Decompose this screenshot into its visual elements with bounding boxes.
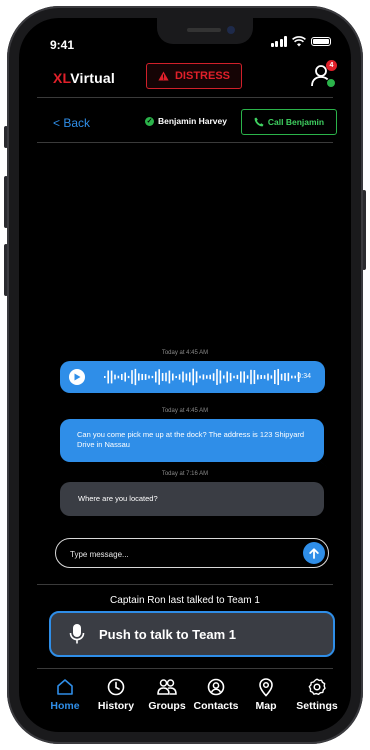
send-button[interactable] (303, 542, 325, 564)
composer-divider (37, 584, 333, 585)
arrow-up-icon (309, 547, 319, 559)
online-status-icon (326, 78, 336, 88)
app-logo: XLVirtual (53, 70, 115, 86)
verified-check-icon: ✓ (145, 116, 154, 126)
phone-icon (254, 117, 264, 127)
nav-label: Groups (148, 700, 186, 712)
play-button[interactable] (69, 369, 85, 385)
call-button[interactable]: Call Benjamin (241, 109, 337, 135)
nav-label: Map (255, 700, 277, 712)
warning-icon (158, 71, 169, 81)
message-timestamp: Today at 7:16 AM (161, 471, 209, 477)
nav-label: History (97, 700, 135, 712)
nav-divider (37, 668, 333, 669)
app-header: XLVirtual DISTRESS 4 (19, 60, 351, 98)
contact-name: Benjamin Harvey (158, 116, 227, 126)
status-time: 9:41 (50, 38, 75, 52)
message-composer (55, 538, 329, 568)
home-icon (57, 679, 73, 695)
nav-label: Settings (296, 700, 338, 712)
contact-icon (207, 678, 225, 696)
nav-label: Home (50, 700, 80, 712)
waveform (104, 368, 300, 386)
front-camera (227, 26, 235, 34)
battery-icon (311, 37, 331, 46)
message-input[interactable] (68, 546, 292, 562)
group-icon (157, 679, 177, 695)
bottom-nav: Home History Groups Contacts Map Setting… (19, 670, 351, 732)
app-screen: 9:41 XLVirtual DISTRESS 4 < Back ✓ Benja… (19, 18, 351, 732)
header-divider (37, 97, 333, 98)
play-icon (74, 373, 81, 381)
conversation-bar: < Back ✓ Benjamin Harvey Call Benjamin (19, 106, 351, 140)
signal-icon (270, 36, 287, 47)
gear-icon (308, 678, 326, 695)
profile-button[interactable]: 4 (310, 60, 337, 90)
contact-info: ✓ Benjamin Harvey (145, 116, 227, 126)
clock-icon (107, 678, 125, 696)
notch (157, 18, 253, 44)
voice-message-bubble[interactable]: 0:34 (60, 361, 329, 399)
message-timestamp: Today at 4:45 AM (161, 350, 209, 356)
notification-badge: 4 (326, 60, 337, 71)
microphone-icon (69, 624, 85, 644)
phone-device: 9:41 XLVirtual DISTRESS 4 < Back ✓ Benja… (0, 0, 370, 750)
message-text: Where are you located? (78, 494, 158, 503)
speaker-grille (187, 28, 221, 32)
incoming-message-bubble: Where are you located? (56, 482, 324, 522)
push-to-talk-button[interactable]: Push to talk to Team 1 (49, 611, 335, 657)
distress-label: DISTRESS (174, 70, 230, 82)
last-talked-status: Captain Ron last talked to Team 1 (110, 595, 260, 606)
map-pin-icon (259, 678, 273, 697)
message-text: Can you come pick me up at the dock? The… (77, 430, 305, 449)
distress-button[interactable]: DISTRESS (146, 63, 242, 89)
voice-duration: 0:34 (297, 373, 311, 380)
wifi-icon (292, 36, 306, 47)
message-timestamp: Today at 4:45 AM (161, 408, 209, 414)
nav-label: Contacts (193, 700, 239, 712)
subbar-divider (37, 142, 333, 143)
back-button[interactable]: < Back (53, 116, 90, 130)
status-icons (270, 36, 331, 47)
outgoing-message-bubble: Can you come pick me up at the dock? The… (60, 419, 328, 468)
nav-item-settings[interactable]: Settings (287, 676, 347, 712)
push-to-talk-label: Push to talk to Team 1 (99, 627, 237, 642)
call-label: Call Benjamin (267, 117, 325, 127)
